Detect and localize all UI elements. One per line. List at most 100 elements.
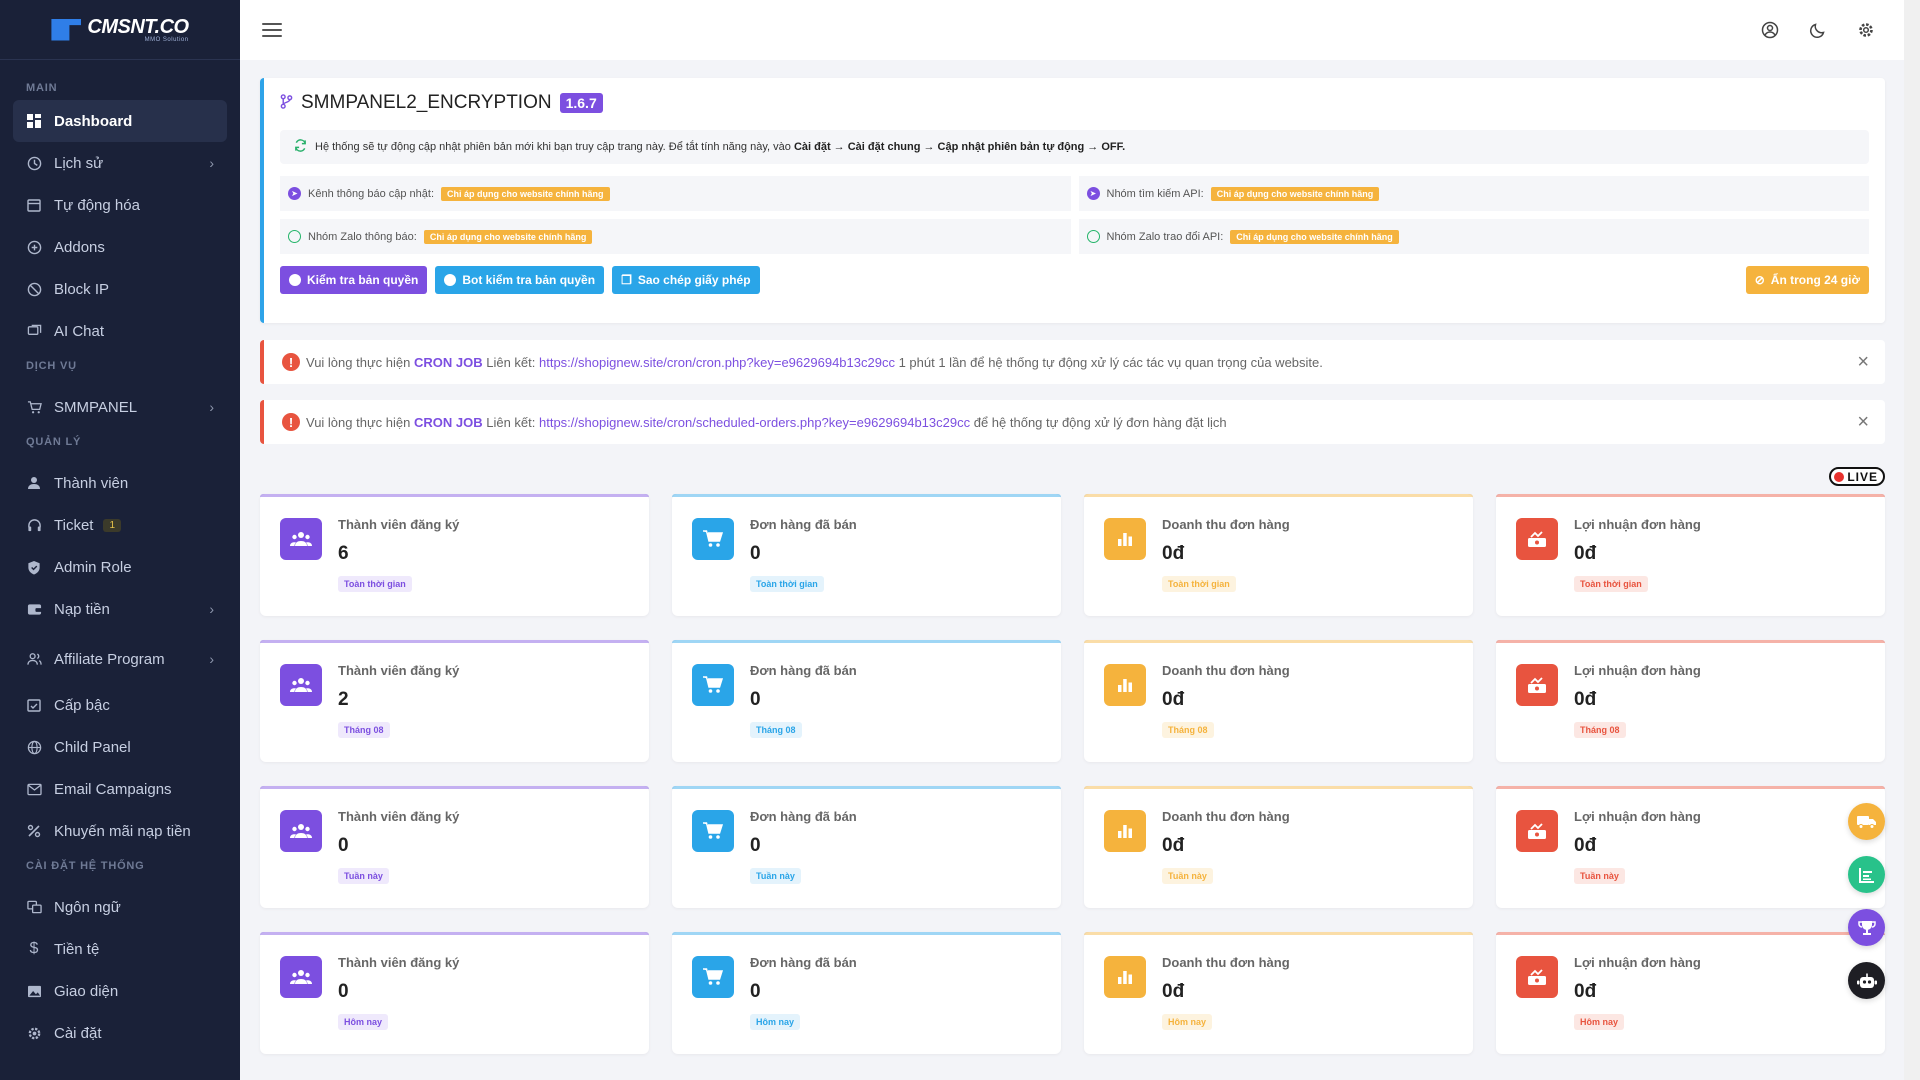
sidebar-label: AI Chat: [54, 322, 105, 340]
sync-icon: [294, 139, 307, 155]
stat-value: 0đ: [1162, 981, 1185, 1002]
stat-title: Lợi nhuận đơn hàng: [1574, 955, 1701, 970]
api-search-row[interactable]: ➤ Nhóm tìm kiếm API: Chỉ áp dụng cho web…: [1078, 176, 1869, 211]
sidebar-item-smmpanel[interactable]: SMMPANEL ›: [13, 386, 227, 428]
stat-card-orders: Đơn hàng đã bán 0 Hôm nay: [672, 932, 1061, 1054]
version-badge: 1.6.7: [559, 93, 603, 113]
sidebar-item-admin-role[interactable]: Admin Role: [13, 546, 227, 588]
moon-icon[interactable]: [1808, 20, 1828, 40]
sidebar-item-theme[interactable]: Giao diện: [13, 970, 227, 1012]
zalo-notice-row[interactable]: Nhóm Zalo thông báo: Chỉ áp dụng cho web…: [280, 219, 1071, 254]
bot-check-button[interactable]: Bot kiểm tra bản quyền: [435, 266, 605, 294]
alert-circle-icon: !: [282, 413, 300, 431]
sidebar-label: Addons: [54, 238, 105, 256]
sidebar-item-child-panel[interactable]: Child Panel: [13, 726, 227, 768]
robot-icon[interactable]: [1848, 962, 1885, 999]
trophy-icon[interactable]: [1848, 909, 1885, 946]
period-tag: Toàn thời gian: [750, 576, 824, 592]
shield-check-icon: [289, 274, 301, 286]
chevron-right-icon: ›: [209, 651, 214, 667]
topbar: [240, 0, 1904, 60]
sidebar: CMSNT.CO MMO Solution MAIN Dashboard Lịc…: [0, 0, 240, 1080]
users-icon: [26, 651, 42, 667]
sidebar-item-deposit-promo[interactable]: Khuyến mãi nạp tiền: [13, 810, 227, 852]
official-only-tag: Chỉ áp dụng cho website chính hãng: [1230, 229, 1399, 244]
scrollbar-track[interactable]: [1904, 0, 1920, 1080]
close-icon[interactable]: ×: [1857, 352, 1869, 372]
bar-chart-icon: [1104, 956, 1146, 998]
sidebar-item-ai-chat[interactable]: AI Chat: [13, 310, 227, 352]
sidebar-label: Dashboard: [54, 112, 133, 130]
zalo-notice-label: Nhóm Zalo thông báo:: [308, 230, 417, 243]
stat-title: Đơn hàng đã bán: [750, 955, 857, 970]
stat-card-revenue: Doanh thu đơn hàng 0đ Tháng 08: [1084, 640, 1473, 762]
update-channel-row[interactable]: ➤ Kênh thông báo cập nhật: Chỉ áp dụng c…: [280, 176, 1071, 211]
period-tag: Toàn thời gian: [1574, 576, 1648, 592]
live-badge: LIVE: [1829, 467, 1885, 486]
sidebar-item-dashboard[interactable]: Dashboard: [13, 100, 227, 142]
copy-license-button[interactable]: ❐ Sao chép giấy phép: [612, 266, 760, 294]
sidebar-item-ticket[interactable]: Ticket 1: [13, 504, 227, 546]
percent-icon: [26, 823, 42, 839]
stat-card-members: Thành viên đăng ký 6 Toàn thời gian: [260, 494, 649, 616]
menu-icon[interactable]: [262, 23, 282, 37]
zalo-chat-icon: [288, 230, 301, 243]
main-content: SMMPANEL2_ENCRYPTION 1.6.7 Hệ thống sẽ t…: [260, 78, 1885, 1054]
calendar-check-icon: [26, 697, 42, 713]
alert-suffix: 1 phút 1 lần để hệ thống tự động xử lý c…: [898, 354, 1323, 370]
period-tag: Tuần này: [1574, 868, 1625, 884]
cron-link[interactable]: https://shopignew.site/cron/cron.php?key…: [539, 355, 895, 370]
check-license-button[interactable]: Kiểm tra bản quyền: [280, 266, 428, 294]
close-icon[interactable]: ×: [1857, 412, 1869, 432]
stat-card-profit: Lợi nhuận đơn hàng 0đ Toàn thời gian: [1496, 494, 1885, 616]
sidebar-item-settings[interactable]: Cài đặt: [13, 1012, 227, 1054]
gear-icon[interactable]: [1856, 20, 1876, 40]
cash-register-icon: [1516, 956, 1558, 998]
stat-value: 0: [338, 981, 349, 1002]
hide-24h-label: Ẩn trong 24 giờ: [1770, 273, 1860, 287]
sidebar-item-members[interactable]: Thành viên: [13, 462, 227, 504]
period-tag: Tháng 08: [1574, 722, 1626, 738]
stat-title: Lợi nhuận đơn hàng: [1574, 663, 1701, 678]
sidebar-item-currency[interactable]: $ Tiền tệ: [13, 928, 227, 970]
plus-circle-icon: [26, 239, 42, 255]
bot-check-label: Bot kiểm tra bản quyền: [462, 273, 596, 287]
sidebar-item-affiliate[interactable]: Affiliate Program ›: [13, 638, 227, 680]
alert-keyword: CRON JOB: [413, 414, 483, 430]
ticket-count-badge: 1: [103, 518, 122, 532]
sidebar-item-addons[interactable]: Addons: [13, 226, 227, 268]
eye-slash-icon: ⊘: [1754, 273, 1765, 287]
official-only-tag: Chỉ áp dụng cho website chính hãng: [1210, 186, 1380, 201]
license-title: SMMPANEL2_ENCRYPTION: [301, 92, 552, 113]
stat-title: Thành viên đăng ký: [338, 663, 460, 678]
stat-card-members: Thành viên đăng ký 2 Tháng 08: [260, 640, 649, 762]
sidebar-item-email-campaigns[interactable]: Email Campaigns: [13, 768, 227, 810]
truck-icon[interactable]: [1848, 803, 1885, 840]
chart-icon[interactable]: [1848, 856, 1885, 893]
sidebar-item-automation[interactable]: Tự động hóa: [13, 184, 227, 226]
sidebar-item-history[interactable]: Lịch sử ›: [13, 142, 227, 184]
sidebar-item-language[interactable]: Ngôn ngữ: [13, 886, 227, 928]
calendar-icon: [26, 197, 42, 213]
sidebar-item-block-ip[interactable]: Block IP: [13, 268, 227, 310]
stat-value: 0: [750, 981, 761, 1002]
cron-link[interactable]: https://shopignew.site/cron/scheduled-or…: [539, 415, 970, 430]
globe-icon: [26, 739, 42, 755]
users-icon: [280, 956, 322, 998]
alert-prefix: Vui lòng thực hiện: [306, 414, 411, 430]
stat-card-revenue: Doanh thu đơn hàng 0đ Tuần này: [1084, 786, 1473, 908]
hide-24h-button[interactable]: ⊘ Ẩn trong 24 giờ: [1745, 266, 1869, 294]
floating-actions: [1848, 803, 1885, 999]
chat-icon: [26, 323, 42, 339]
user-circle-icon[interactable]: [1760, 20, 1780, 40]
sidebar-label: Khuyến mãi nạp tiền: [54, 822, 191, 840]
zalo-api-row[interactable]: Nhóm Zalo trao đổi API: Chỉ áp dụng cho …: [1078, 219, 1869, 254]
sidebar-item-level[interactable]: Cấp bậc: [13, 684, 227, 726]
shield-icon: [26, 559, 42, 575]
brand-name: CMSNT.CO: [87, 15, 189, 38]
cart-icon: [692, 810, 734, 852]
sidebar-item-deposit[interactable]: Nạp tiền ›: [13, 588, 227, 630]
live-dot-icon: [1834, 471, 1845, 482]
brand-logo[interactable]: CMSNT.CO MMO Solution: [0, 0, 240, 60]
official-only-tag: Chỉ áp dụng cho website chính hãng: [441, 186, 610, 201]
